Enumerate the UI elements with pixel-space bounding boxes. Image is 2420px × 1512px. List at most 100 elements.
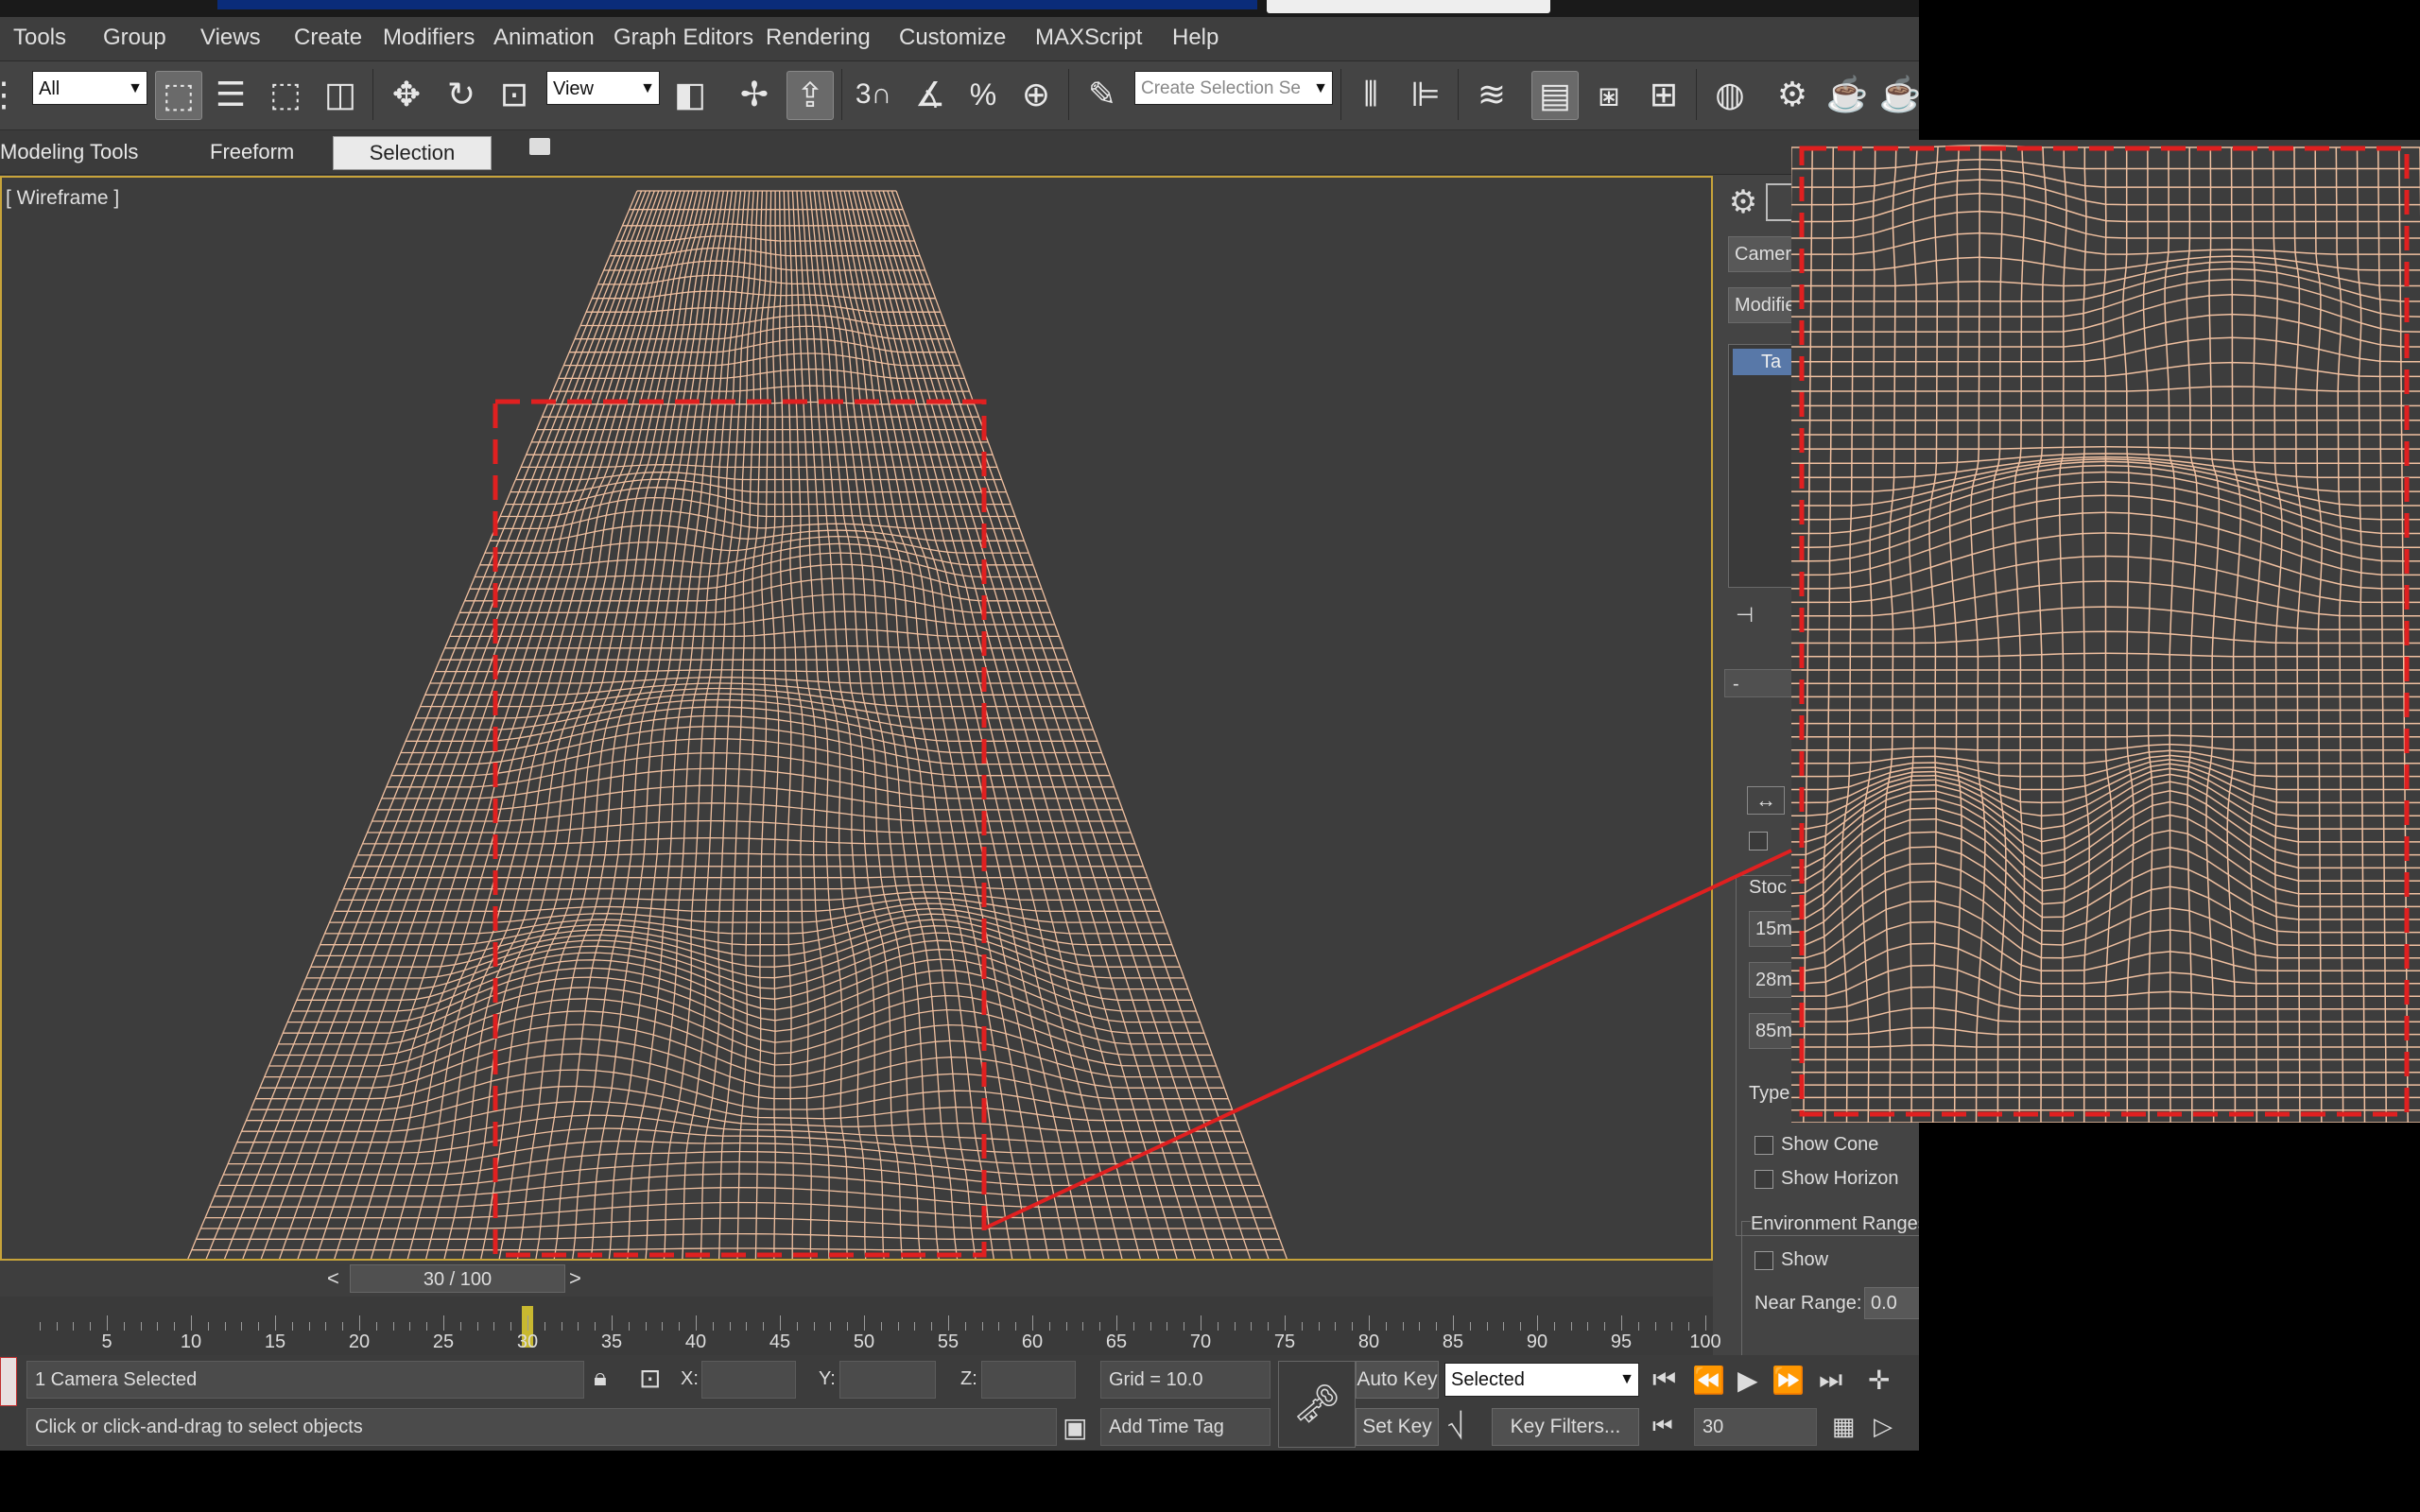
track-bar-tick: [830, 1322, 832, 1331]
set-key-button[interactable]: Set Key: [1356, 1408, 1439, 1446]
menu-rendering[interactable]: Rendering: [766, 25, 871, 51]
layer-manager-icon[interactable]: ≋: [1469, 71, 1514, 118]
pivot-center-icon[interactable]: ◧: [667, 71, 713, 118]
menu-create[interactable]: Create: [294, 25, 362, 51]
time-tag-icon[interactable]: ▣: [1063, 1412, 1087, 1443]
tab-freeform[interactable]: Freeform: [210, 140, 294, 164]
track-bar-tick: [207, 1322, 209, 1331]
move-icon[interactable]: ✥: [384, 71, 429, 118]
track-bar-tick: [1150, 1322, 1151, 1331]
track-bar-tick: [864, 1315, 865, 1331]
track-bar-tick: [897, 1322, 899, 1331]
spinner-snap-icon[interactable]: ⊕: [1013, 71, 1059, 118]
select-object-icon[interactable]: ⬚: [155, 71, 202, 120]
next-frame-icon[interactable]: ⏩: [1772, 1365, 1805, 1396]
scale-icon[interactable]: ⊡: [492, 71, 537, 118]
key-mode-dropdown[interactable]: Selected ▼: [1444, 1363, 1639, 1397]
track-bar-tick: [1621, 1315, 1622, 1331]
time-slider[interactable]: < 30 / 100 >: [0, 1261, 1713, 1297]
selection-filter-dropdown[interactable]: All ▼: [32, 71, 147, 105]
render-setup-icon[interactable]: ⚙: [1770, 71, 1815, 118]
orthographic-checkbox[interactable]: [1749, 832, 1768, 850]
show-horizon-checkbox[interactable]: [1754, 1170, 1773, 1189]
y-coordinate-field[interactable]: [839, 1361, 936, 1399]
prev-frame-arrow[interactable]: <: [327, 1266, 339, 1291]
track-bar[interactable]: 5 10 15 20 25 30 35 40 45 50 55 60 65 70 75 80 85 90 95 100: [0, 1297, 1721, 1355]
percent-snap-icon[interactable]: %: [960, 71, 1006, 118]
mesh-column-line: [406, 190, 690, 1259]
default-tangent-icon[interactable]: ⎷: [1448, 1410, 1464, 1440]
rotate-icon[interactable]: ↻: [439, 71, 484, 118]
previous-frame-icon[interactable]: ⏪: [1692, 1365, 1725, 1396]
lens-fov-direction-icon[interactable]: ↔: [1747, 786, 1785, 815]
manipulate-icon[interactable]: ✢: [732, 71, 777, 118]
rendered-frame-window-icon[interactable]: ☕: [1824, 71, 1870, 118]
walk-through-icon[interactable]: ✛: [1868, 1365, 1890, 1396]
next-frame-arrow[interactable]: >: [569, 1266, 581, 1291]
maxscript-listener-icon[interactable]: [0, 1357, 17, 1406]
x-coordinate-field[interactable]: [701, 1361, 796, 1399]
go-to-start-icon[interactable]: ⏮: [1652, 1365, 1676, 1396]
menu-modifiers[interactable]: Modifiers: [383, 25, 475, 51]
edit-named-selection-icon[interactable]: ✎: [1080, 71, 1125, 118]
named-selection-set-dropdown[interactable]: Create Selection Se ▼: [1134, 71, 1333, 105]
angle-snap-icon[interactable]: ∡: [908, 71, 953, 118]
near-range-field[interactable]: 0.0: [1864, 1287, 1919, 1319]
scene-explorer-icon[interactable]: ▤: [1531, 71, 1579, 120]
pin-stack-icon[interactable]: ⊣: [1736, 603, 1754, 627]
gear-icon[interactable]: ⚙: [1724, 183, 1762, 221]
zoom-region-icon[interactable]: ▷: [1874, 1412, 1893, 1441]
menu-maxscript[interactable]: MAXScript: [1035, 25, 1142, 51]
key-mode-toggle-icon[interactable]: ⏮: [1652, 1414, 1673, 1440]
env-show-checkbox[interactable]: [1754, 1251, 1773, 1270]
search-box[interactable]: [1267, 0, 1550, 13]
menu-help[interactable]: Help: [1172, 25, 1219, 51]
key-icon[interactable]: 🗝︎: [1278, 1361, 1356, 1448]
keyboard-shortcut-override-icon[interactable]: ⇪: [786, 71, 834, 120]
toolbar-separator: [1340, 69, 1341, 120]
absolute-mode-icon[interactable]: ⊡: [639, 1363, 661, 1394]
show-cone-checkbox[interactable]: [1754, 1136, 1773, 1155]
render-production-icon[interactable]: ☕: [1877, 71, 1919, 118]
menu-animation[interactable]: Animation: [493, 25, 595, 51]
perspective-viewport[interactable]: [ Wireframe ]: [0, 176, 1713, 1261]
key-filters-button[interactable]: Key Filters...: [1492, 1408, 1639, 1446]
go-to-end-icon[interactable]: ⏭: [1819, 1365, 1842, 1396]
menu-group[interactable]: Group: [103, 25, 166, 51]
snaps-toggle-icon[interactable]: 3∩: [851, 71, 896, 118]
lock-icon[interactable]: 🔒︎: [594, 1363, 607, 1393]
z-coordinate-field[interactable]: [981, 1361, 1076, 1399]
ribbon-tab-bar: Modeling Tools Freeform Selection: [0, 130, 1919, 175]
menu-views[interactable]: Views: [200, 25, 261, 51]
rectangular-selection-icon[interactable]: ⬚: [263, 71, 308, 118]
select-by-name-icon[interactable]: ☰: [208, 71, 253, 118]
track-bar-tick: [275, 1315, 276, 1331]
curve-editor-icon[interactable]: ⧆: [1586, 71, 1632, 118]
mirror-icon[interactable]: ⫴: [1348, 71, 1393, 118]
tab-modeling-tools[interactable]: Modeling Tools: [0, 140, 138, 164]
time-configuration-icon[interactable]: ▦: [1832, 1412, 1856, 1441]
add-time-tag-button[interactable]: Add Time Tag: [1100, 1408, 1270, 1446]
mesh-column-line: [443, 190, 699, 1259]
track-bar-tick: [426, 1322, 428, 1331]
menu-graph-editors[interactable]: Graph Editors: [614, 25, 753, 51]
chevron-down-icon: ▼: [1619, 1371, 1634, 1387]
play-icon[interactable]: ▶: [1737, 1365, 1758, 1396]
menu-customize[interactable]: Customize: [899, 25, 1006, 51]
auto-key-button[interactable]: Auto Key: [1356, 1361, 1439, 1399]
tab-selection[interactable]: Selection: [333, 136, 492, 170]
align-icon[interactable]: ⊫: [1403, 71, 1448, 118]
material-editor-icon[interactable]: ◍: [1707, 71, 1753, 118]
window-crossing-icon[interactable]: ◫: [318, 71, 363, 118]
toolbar-grip-icon[interactable]: ⋮: [0, 71, 21, 118]
menu-tools[interactable]: Tools: [13, 25, 66, 51]
track-bar-tick: [1032, 1315, 1033, 1331]
time-slider-thumb[interactable]: 30 / 100: [350, 1264, 565, 1293]
reference-coordinate-dropdown[interactable]: View ▼: [546, 71, 660, 105]
current-frame-field[interactable]: 30: [1694, 1408, 1817, 1446]
schematic-view-icon[interactable]: ⊞: [1641, 71, 1686, 118]
ribbon-options-icon[interactable]: [529, 138, 550, 155]
track-bar-tick: [914, 1322, 916, 1331]
track-bar-label: 35: [600, 1332, 623, 1352]
mesh-row-line: [1791, 336, 2420, 363]
